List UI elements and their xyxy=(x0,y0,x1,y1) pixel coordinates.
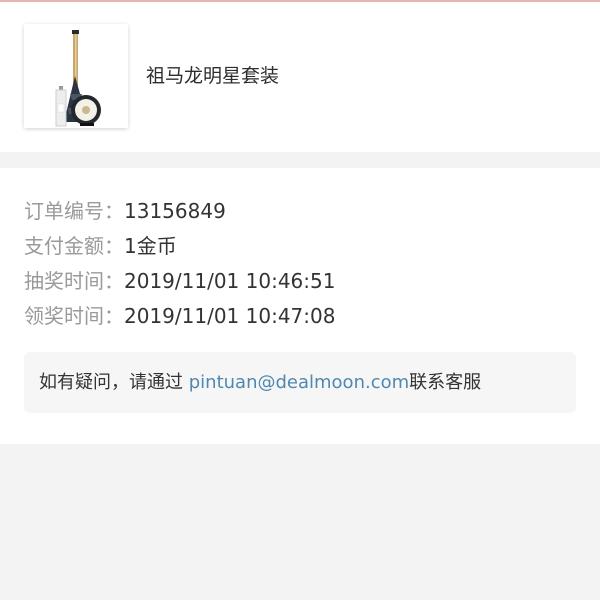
order-details-card: 订单编号：13156849 支付金额：1金币 抽奖时间：2019/11/01 1… xyxy=(0,168,600,444)
product-thumbnail[interactable] xyxy=(24,24,128,128)
help-box: 如有疑问，请通过 pintuan@dealmoon.com联系客服 xyxy=(24,352,576,413)
claim-time-row: 领奖时间：2019/11/01 10:47:08 xyxy=(24,301,335,331)
draw-time-row: 抽奖时间：2019/11/01 10:46:51 xyxy=(24,266,335,296)
order-number-label: 订单编号： xyxy=(24,199,124,223)
help-suffix: 联系客服 xyxy=(409,372,482,393)
product-name[interactable]: 祖马龙明星套装 xyxy=(146,64,279,88)
help-prefix: 如有疑问，请通过 xyxy=(39,372,189,393)
order-number-row: 订单编号：13156849 xyxy=(24,196,226,226)
draw-time-value: 2019/11/01 10:46:51 xyxy=(124,269,336,293)
product-card[interactable]: 祖马龙明星套装 xyxy=(0,2,600,152)
draw-time-label: 抽奖时间： xyxy=(24,269,124,293)
support-email-link[interactable]: pintuan@dealmoon.com xyxy=(189,372,409,393)
payment-amount-row: 支付金额：1金币 xyxy=(24,231,177,261)
order-number-value: 13156849 xyxy=(124,199,226,223)
perfume-set-icon xyxy=(24,24,128,128)
page: 祖马龙明星套装 订单编号：13156849 支付金额：1金币 抽奖时间：2019… xyxy=(0,0,600,600)
payment-amount-value: 1金币 xyxy=(124,234,177,258)
claim-time-value: 2019/11/01 10:47:08 xyxy=(124,304,336,328)
payment-amount-label: 支付金额： xyxy=(24,234,124,258)
claim-time-label: 领奖时间： xyxy=(24,304,124,328)
help-text: 如有疑问，请通过 pintuan@dealmoon.com联系客服 xyxy=(39,352,481,413)
